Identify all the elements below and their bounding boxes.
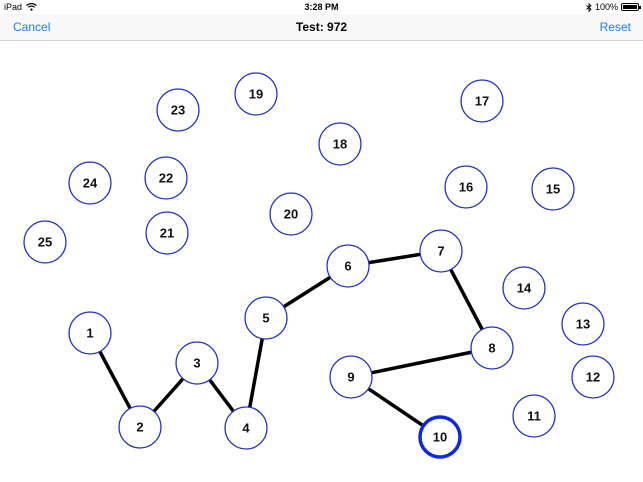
node-label: 1 <box>86 326 93 341</box>
node-label: 3 <box>193 356 200 371</box>
status-time: 3:28 PM <box>304 2 339 12</box>
node-11[interactable]: 11 <box>512 394 556 438</box>
node-7[interactable]: 7 <box>419 229 463 273</box>
node-label: 14 <box>517 281 532 296</box>
node-label: 7 <box>437 244 444 259</box>
node-10[interactable]: 10 <box>418 415 462 459</box>
node-label: 12 <box>586 370 600 385</box>
node-1[interactable]: 1 <box>68 311 112 355</box>
node-13[interactable]: 13 <box>561 302 605 346</box>
node-18[interactable]: 18 <box>318 122 362 166</box>
navigation-bar: Cancel Test: 972 Reset <box>0 14 643 41</box>
node-4[interactable]: 4 <box>224 406 268 450</box>
node-5[interactable]: 5 <box>244 296 288 340</box>
node-20[interactable]: 20 <box>269 192 313 236</box>
node-8[interactable]: 8 <box>470 326 514 370</box>
node-12[interactable]: 12 <box>571 355 615 399</box>
node-label: 23 <box>171 103 185 118</box>
status-bar: iPad 3:28 PM 100% <box>0 0 643 14</box>
node-label: 11 <box>527 409 541 424</box>
node-label: 15 <box>546 182 560 197</box>
node-25[interactable]: 25 <box>23 220 67 264</box>
battery-percent: 100% <box>594 2 618 12</box>
node-layer: 1234567891011121314151617181920212223242… <box>23 72 615 459</box>
node-label: 10 <box>433 430 447 445</box>
node-17[interactable]: 17 <box>460 79 504 123</box>
node-label: 5 <box>262 311 269 326</box>
node-label: 4 <box>242 421 250 436</box>
battery-icon <box>621 3 641 11</box>
node-label: 25 <box>38 235 52 250</box>
reset-button[interactable]: Reset <box>600 20 631 34</box>
node-label: 13 <box>576 317 590 332</box>
node-label: 18 <box>333 137 347 152</box>
node-9[interactable]: 9 <box>329 355 373 399</box>
node-21[interactable]: 21 <box>145 211 189 255</box>
page-title: Test: 972 <box>295 20 348 34</box>
node-label: 2 <box>136 420 143 435</box>
node-22[interactable]: 22 <box>144 156 188 200</box>
node-label: 22 <box>159 171 173 186</box>
node-24[interactable]: 24 <box>68 161 112 205</box>
trail-board[interactable]: 1234567891011121314151617181920212223242… <box>0 41 643 482</box>
node-label: 19 <box>249 87 263 102</box>
node-3[interactable]: 3 <box>175 341 219 385</box>
bluetooth-icon <box>586 2 592 12</box>
node-label: 17 <box>475 94 489 109</box>
node-label: 20 <box>284 207 298 222</box>
node-label: 9 <box>347 370 354 385</box>
node-label: 24 <box>83 176 98 191</box>
node-16[interactable]: 16 <box>444 165 488 209</box>
node-23[interactable]: 23 <box>156 88 200 132</box>
node-2[interactable]: 2 <box>118 405 162 449</box>
node-15[interactable]: 15 <box>531 167 575 211</box>
node-label: 8 <box>488 341 495 356</box>
node-label: 16 <box>459 180 473 195</box>
node-label: 21 <box>160 226 174 241</box>
node-6[interactable]: 6 <box>326 244 370 288</box>
node-label: 6 <box>344 259 351 274</box>
node-14[interactable]: 14 <box>502 266 546 310</box>
node-19[interactable]: 19 <box>234 72 278 116</box>
